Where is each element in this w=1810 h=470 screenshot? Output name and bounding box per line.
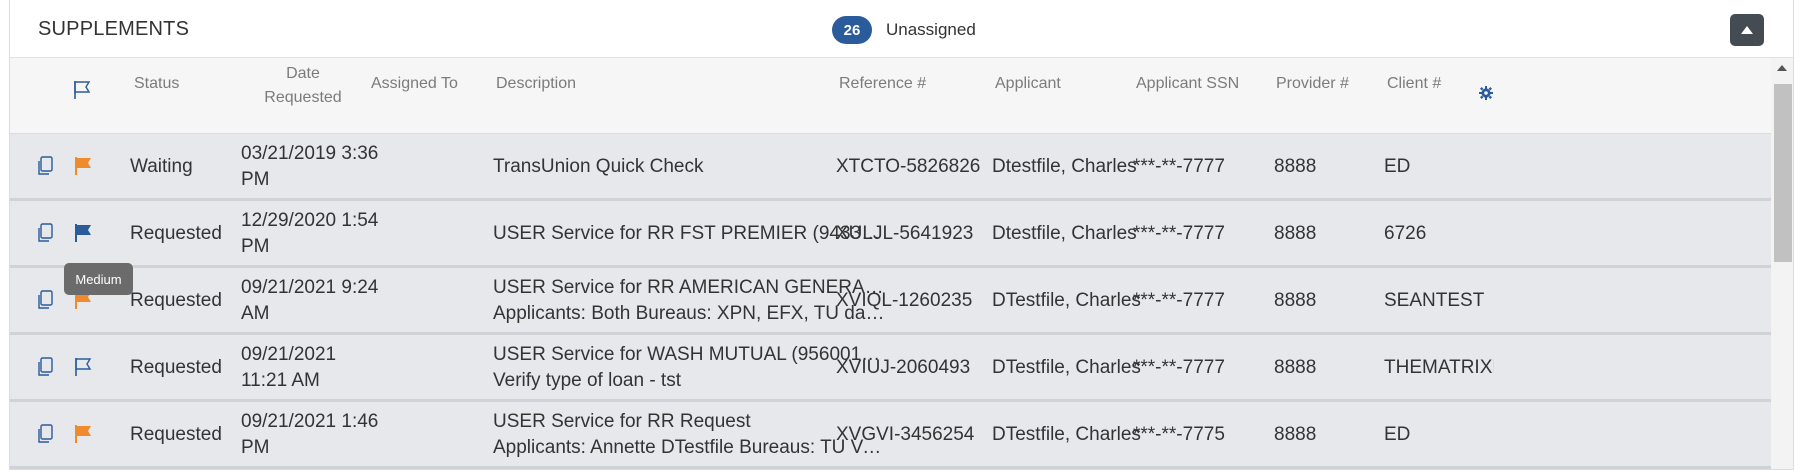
provider-cell: 8888 [1274, 290, 1317, 311]
description-cell: TransUnion Quick Check [493, 154, 888, 180]
flag-icon[interactable] [73, 424, 93, 449]
client-cell: THEMATRIXF [1384, 357, 1494, 378]
column-date-line1: Date [286, 65, 320, 82]
flag-icon[interactable] [73, 223, 93, 248]
date-line2: PM [241, 437, 270, 458]
scroll-up-icon[interactable] [1776, 64, 1788, 72]
client-cell: SEANTEST [1384, 290, 1485, 311]
status-cell: Requested [130, 357, 222, 378]
copy-icon[interactable] [36, 290, 54, 315]
description-cell: USER Service for WASH MUTUAL (95600197..… [493, 342, 888, 394]
description-line2: Verify type of loan - tst [493, 370, 681, 391]
table-row[interactable]: Requested 12/29/2020 1:54 PM USER Service f… [10, 201, 1771, 268]
description-line2: Applicants: Both Bureaus: XPN, EFX, TU d… [493, 303, 888, 324]
column-applicant-ssn[interactable]: Applicant SSN [1136, 72, 1239, 96]
applicant-ssn-cell: ***-**-7777 [1133, 156, 1225, 177]
date-line2: PM [241, 236, 270, 257]
client-cell: ED [1384, 424, 1411, 445]
provider-cell: 8888 [1274, 156, 1317, 177]
description-line1: USER Service for RR FST PREMIER (9433624… [493, 223, 888, 244]
unassigned-label[interactable]: Unassigned [886, 20, 976, 40]
provider-cell: 8888 [1274, 223, 1317, 244]
description-line2: Applicants: Annette DTestfile Bureaus: T… [493, 437, 888, 458]
reference-cell[interactable]: XULJL-5641923 [836, 221, 973, 247]
status-cell: Requested [130, 424, 222, 445]
column-date-line2: Requested [264, 89, 342, 106]
date-line1: 12/29/2020 1:54 [241, 210, 379, 231]
column-assigned-to[interactable]: Assigned To [371, 72, 458, 96]
provider-cell: 8888 [1274, 357, 1317, 378]
description-cell: USER Service for RR FST PREMIER (9433624… [493, 221, 888, 247]
status-cell: Waiting [130, 156, 193, 177]
flag-column-icon[interactable] [72, 80, 92, 100]
table-row[interactable]: Waiting 03/21/2019 3:36 PM TransUnion Quick… [10, 134, 1771, 201]
date-requested-cell: 09/21/2021 9:24 AM [241, 275, 378, 327]
unassigned-count-badge[interactable]: 26 [832, 16, 872, 44]
date-line1: 09/21/2021 [241, 344, 337, 365]
client-cell: 6726 [1384, 223, 1427, 244]
description-line1: USER Service for RR Request [493, 411, 751, 432]
applicant-cell: DTestfile, Charles [992, 424, 1141, 445]
copy-icon[interactable] [36, 357, 54, 382]
date-requested-cell: 09/21/2021 11:21 AM [241, 342, 336, 394]
description-cell: USER Service for RR Request Applicants: A… [493, 409, 888, 461]
date-line1: 03/21/2019 3:36 [241, 143, 379, 164]
reference-cell[interactable]: XTCTO-5826826 [836, 154, 980, 180]
applicant-ssn-cell: ***-**-7775 [1133, 424, 1225, 445]
gear-icon[interactable] [1479, 86, 1493, 100]
flag-icon[interactable] [73, 156, 93, 181]
priority-tooltip: Medium [64, 263, 133, 295]
column-description[interactable]: Description [496, 72, 576, 96]
date-requested-cell: 03/21/2019 3:36 PM [241, 141, 378, 193]
applicant-cell: DTestfile, Charles [992, 290, 1141, 311]
date-line1: 09/21/2021 9:24 [241, 277, 379, 298]
table-row[interactable]: Requested 09/21/2021 9:24 AM USER Service f… [10, 268, 1771, 335]
applicant-ssn-cell: ***-**-7777 [1133, 223, 1225, 244]
date-line2: 11:21 AM [241, 370, 320, 391]
reference-cell[interactable]: XVGVI-3456254 [836, 422, 974, 448]
reference-cell[interactable]: XVIUJ-2060493 [836, 355, 970, 381]
applicant-cell: DTestfile, Charles [992, 357, 1141, 378]
column-applicant[interactable]: Applicant [995, 72, 1061, 96]
table-row[interactable]: Requested 09/21/2021 1:46 PM USER Service f… [10, 402, 1771, 469]
applicant-ssn-cell: ***-**-7777 [1133, 290, 1225, 311]
description-line1: TransUnion Quick Check [493, 156, 704, 177]
status-cell: Requested [130, 290, 222, 311]
caret-up-icon [1741, 26, 1753, 34]
date-requested-cell: 09/21/2021 1:46 PM [241, 409, 378, 461]
date-line2: PM [241, 169, 270, 190]
column-date-requested[interactable]: Date Requested [248, 62, 358, 110]
vertical-scrollbar[interactable] [1771, 58, 1793, 469]
scrollbar-thumb[interactable] [1774, 84, 1792, 262]
copy-icon[interactable] [36, 223, 54, 248]
panel-header: SUPPLEMENTS 26 Unassigned [10, 0, 1793, 58]
applicant-cell: Dtestfile, Charles [992, 156, 1137, 177]
column-client[interactable]: Client # [1387, 72, 1441, 96]
description-line1: USER Service for WASH MUTUAL (95600197..… [493, 344, 888, 365]
copy-icon[interactable] [36, 156, 54, 181]
date-requested-cell: 12/29/2020 1:54 PM [241, 208, 378, 260]
status-cell: Requested [130, 223, 222, 244]
date-line1: 09/21/2021 1:46 [241, 411, 379, 432]
column-provider[interactable]: Provider # [1276, 72, 1349, 96]
column-reference[interactable]: Reference # [839, 72, 926, 96]
flag-icon[interactable] [73, 357, 93, 382]
collapse-button[interactable] [1730, 14, 1764, 46]
column-status[interactable]: Status [134, 72, 179, 96]
date-line2: AM [241, 303, 270, 324]
description-cell: USER Service for RR AMERICAN GENERAL FI.… [493, 275, 888, 327]
provider-cell: 8888 [1274, 424, 1317, 445]
description-line1: USER Service for RR AMERICAN GENERAL FI.… [493, 277, 888, 298]
table-row[interactable]: Requested 09/21/2021 11:21 AM USER Service … [10, 335, 1771, 402]
reference-cell[interactable]: XVIQL-1260235 [836, 288, 972, 314]
applicant-cell: Dtestfile, Charles [992, 223, 1137, 244]
panel-title: SUPPLEMENTS [38, 18, 190, 40]
copy-icon[interactable] [36, 424, 54, 449]
applicant-ssn-cell: ***-**-7777 [1133, 357, 1225, 378]
supplements-panel: SUPPLEMENTS 26 Unassigned Status Date Re… [9, 0, 1794, 470]
column-header-row: Status Date Requested Assigned To Descri… [10, 58, 1771, 134]
client-cell: ED [1384, 156, 1411, 177]
